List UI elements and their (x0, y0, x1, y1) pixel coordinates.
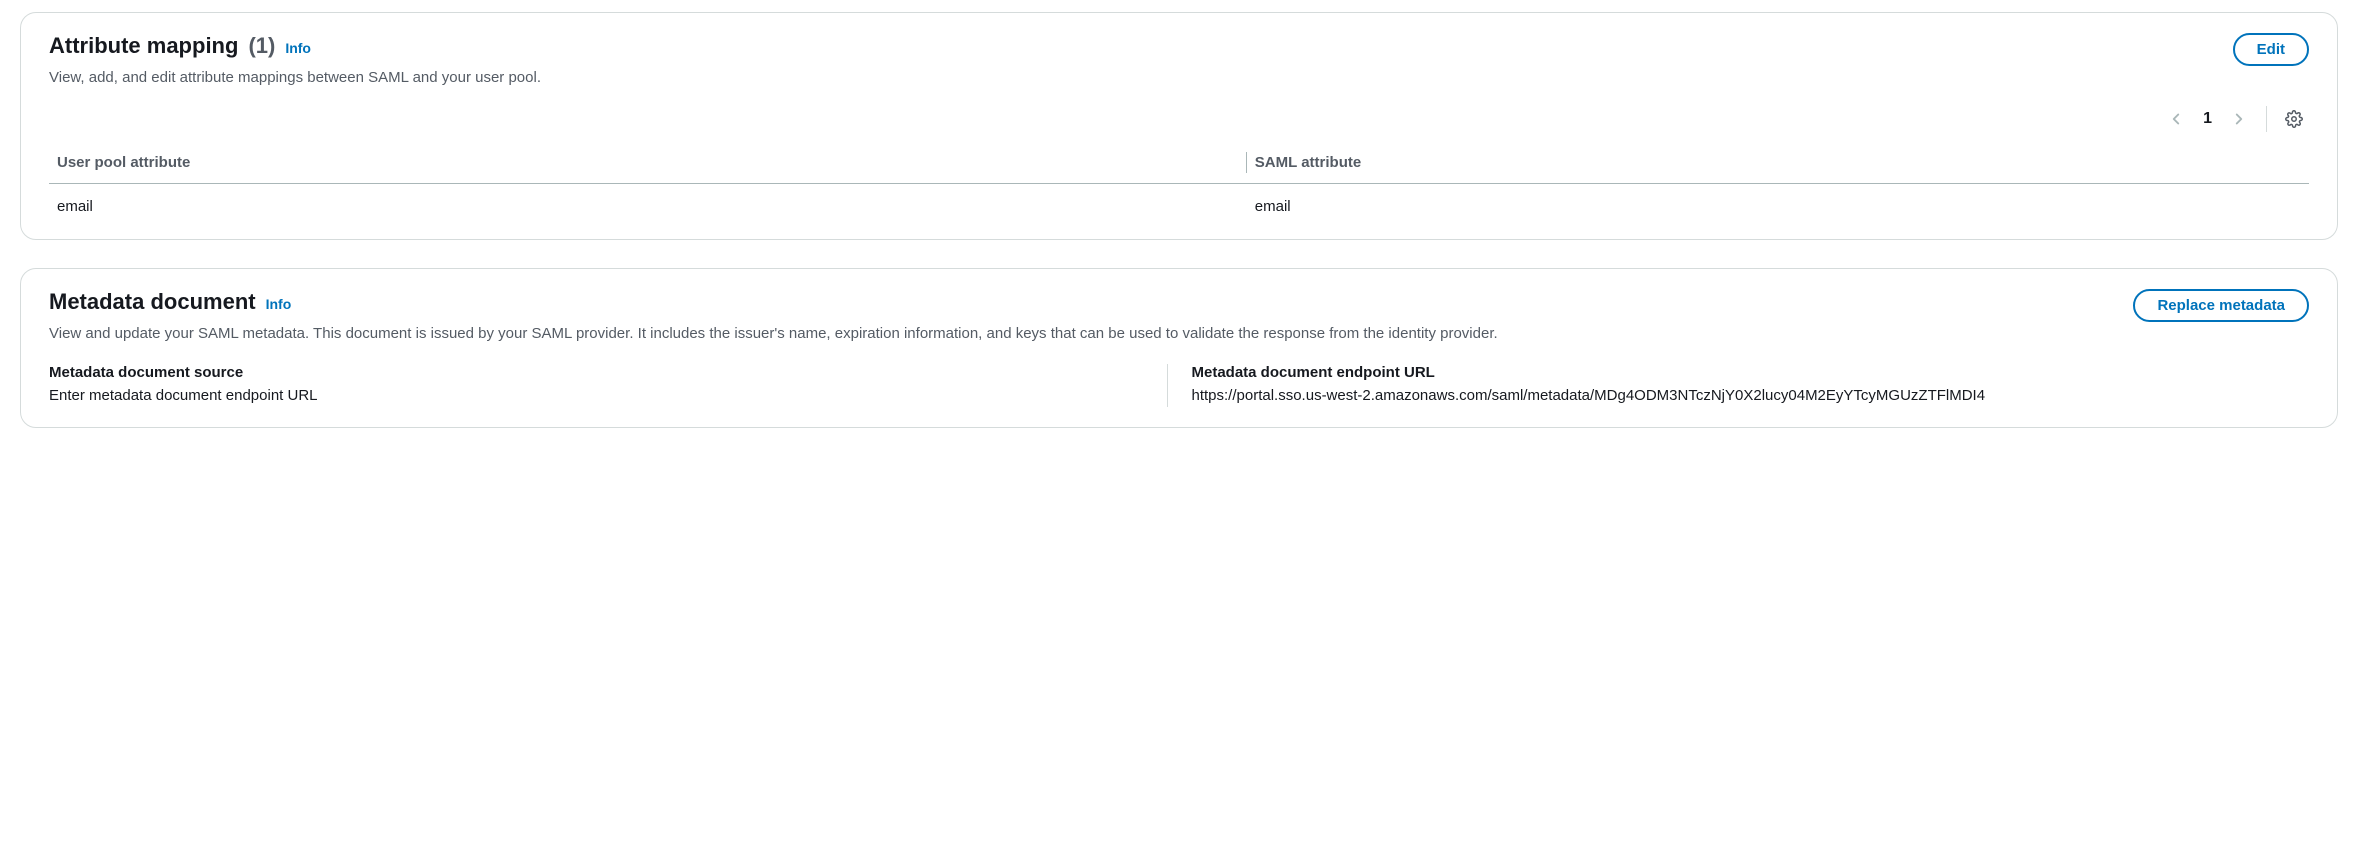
chevron-right-icon[interactable] (2230, 110, 2248, 128)
attribute-mapping-title: Attribute mapping (49, 33, 238, 59)
pagination: 1 (49, 106, 2309, 132)
metadata-endpoint-value: https://portal.sso.us-west-2.amazonaws.c… (1192, 385, 2290, 407)
chevron-left-icon[interactable] (2167, 110, 2185, 128)
attribute-mapping-description: View, add, and edit attribute mappings b… (49, 67, 541, 88)
col-user-pool-attribute[interactable]: User pool attribute (49, 142, 1247, 184)
cell-user-pool-attribute: email (49, 184, 1247, 220)
pager-separator (2266, 106, 2267, 132)
metadata-endpoint-label: Metadata document endpoint URL (1192, 364, 2290, 381)
metadata-source-label: Metadata document source (49, 364, 1147, 381)
replace-metadata-button[interactable]: Replace metadata (2133, 289, 2309, 322)
page-number: 1 (2203, 110, 2212, 128)
attribute-mapping-count: (1) (248, 33, 275, 59)
metadata-source-value: Enter metadata document endpoint URL (49, 385, 1147, 407)
metadata-document-info-link[interactable]: Info (266, 296, 292, 312)
metadata-source-column: Metadata document source Enter metadata … (49, 364, 1167, 407)
table-header-row: User pool attribute SAML attribute (49, 142, 2309, 184)
panel-header: Metadata document Info View and update y… (49, 289, 2309, 344)
metadata-document-description: View and update your SAML metadata. This… (49, 323, 1498, 344)
metadata-document-title: Metadata document (49, 289, 256, 315)
attribute-mapping-table: User pool attribute SAML attribute email… (49, 142, 2309, 219)
metadata-grid: Metadata document source Enter metadata … (49, 364, 2309, 407)
attribute-mapping-panel: Attribute mapping (1) Info View, add, an… (20, 12, 2338, 240)
cell-saml-attribute: email (1247, 184, 2309, 220)
metadata-document-panel: Metadata document Info View and update y… (20, 268, 2338, 428)
metadata-endpoint-column: Metadata document endpoint URL https://p… (1167, 364, 2310, 407)
attribute-mapping-info-link[interactable]: Info (285, 40, 311, 56)
gear-icon[interactable] (2285, 110, 2303, 128)
table-row: email email (49, 184, 2309, 220)
panel-header: Attribute mapping (1) Info View, add, an… (49, 33, 2309, 88)
col-saml-attribute[interactable]: SAML attribute (1247, 142, 2309, 184)
edit-button[interactable]: Edit (2233, 33, 2309, 66)
